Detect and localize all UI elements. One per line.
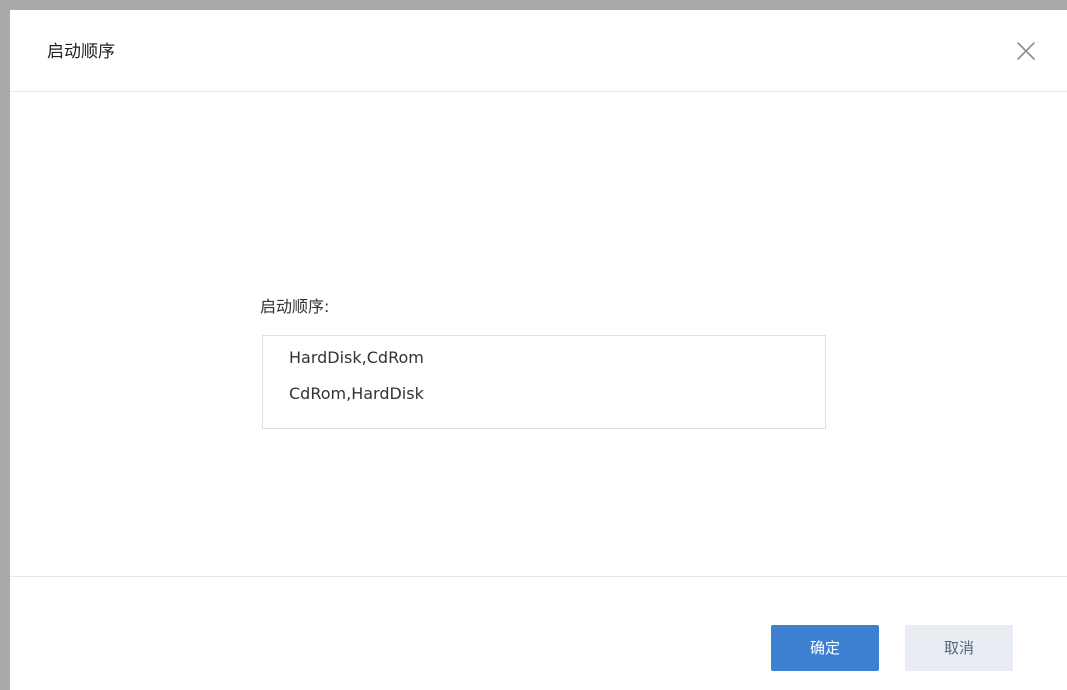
page-frame: 启动顺序 启动顺序: HardDisk,CdRom CdRom,HardDisk…: [0, 0, 1067, 690]
boot-order-dialog: 启动顺序 启动顺序: HardDisk,CdRom CdRom,HardDisk…: [10, 10, 1067, 690]
cancel-button[interactable]: 取消: [905, 625, 1013, 671]
boot-order-list[interactable]: HardDisk,CdRom CdRom,HardDisk: [262, 335, 826, 429]
boot-order-label: 启动顺序:: [260, 297, 330, 316]
confirm-button[interactable]: 确定: [771, 625, 879, 671]
boot-order-option-harddisk-cdrom[interactable]: HardDisk,CdRom: [263, 342, 825, 374]
boot-order-option-cdrom-harddisk[interactable]: CdRom,HardDisk: [263, 374, 825, 414]
dialog-title: 启动顺序: [47, 42, 115, 62]
close-icon[interactable]: [1013, 38, 1039, 64]
dialog-body: 启动顺序: HardDisk,CdRom CdRom,HardDisk: [10, 92, 1067, 576]
dialog-header: 启动顺序: [10, 10, 1067, 92]
dialog-footer: 确定 取消: [10, 576, 1067, 690]
